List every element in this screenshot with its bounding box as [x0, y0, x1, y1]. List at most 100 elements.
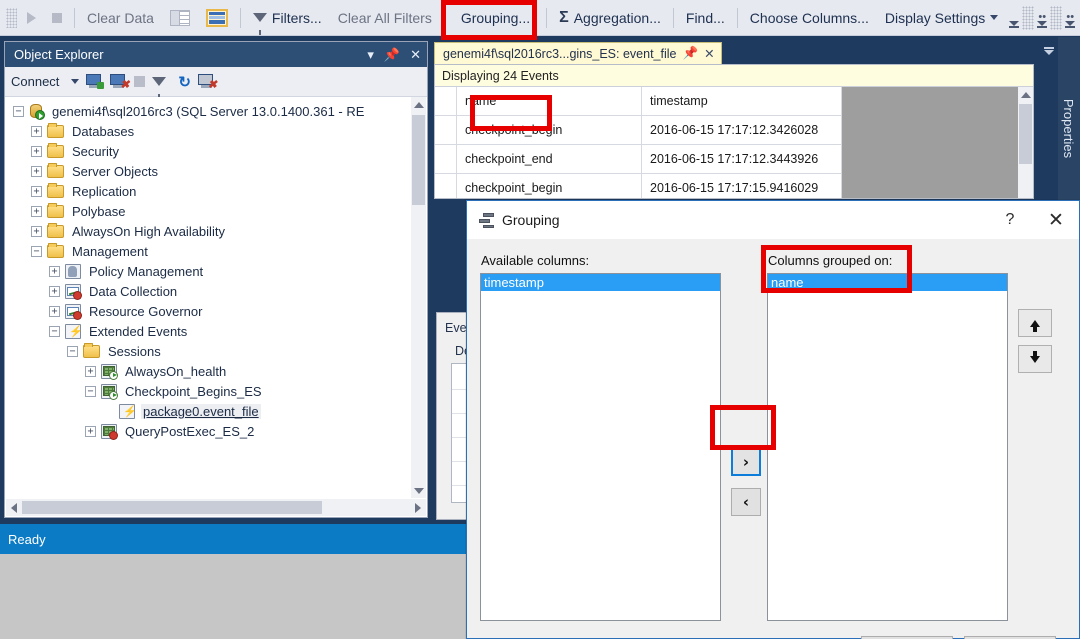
move-down-button[interactable] — [1018, 345, 1052, 373]
expand-icon[interactable]: + — [31, 166, 42, 177]
table-row[interactable]: checkpoint_begin2016-06-15 17:17:15.9416… — [435, 174, 1018, 198]
tree-node[interactable]: +Server Objects — [5, 161, 427, 181]
events-grid[interactable]: nametimestampcheckpoint_begin2016-06-15 … — [435, 87, 1018, 198]
collapse-icon[interactable]: − — [31, 246, 42, 257]
collapse-icon[interactable]: − — [85, 386, 96, 397]
tree-node[interactable]: +Policy Management — [5, 261, 427, 281]
connect-button[interactable]: Connect — [11, 74, 59, 89]
column-header-name[interactable]: name — [457, 87, 642, 116]
tree-node[interactable]: −Checkpoint_Begins_ES — [5, 381, 427, 401]
document-tab-title: genemi4f\sql2016rc3...gins_ES: event_fil… — [443, 47, 676, 61]
pin-icon[interactable]: 📌 — [384, 48, 400, 61]
grid-scroll-thumb[interactable] — [1019, 104, 1032, 164]
expand-icon[interactable]: + — [31, 186, 42, 197]
help-button[interactable]: ? — [987, 201, 1033, 239]
close-icon-tab[interactable]: ✕ — [704, 46, 714, 61]
clear-data-button[interactable]: Clear Data — [79, 5, 162, 31]
scroll-left-button[interactable] — [6, 503, 22, 513]
oe-horizontal-scrollbar[interactable] — [6, 499, 426, 516]
toolbar-overflow-3[interactable]: •• — [1062, 7, 1078, 29]
list-item[interactable]: name — [768, 274, 1007, 291]
tree-node[interactable]: +Resource Governor — [5, 301, 427, 321]
toolbar-overflow-1[interactable] — [1006, 7, 1022, 29]
split-view-button[interactable] — [162, 5, 198, 31]
chevron-down-icon-connect[interactable] — [71, 79, 79, 84]
grid-scroll-up[interactable] — [1018, 87, 1033, 103]
choose-columns-button[interactable]: Choose Columns... — [742, 5, 877, 31]
expand-icon[interactable]: + — [85, 366, 96, 377]
hscroll-thumb[interactable] — [22, 501, 322, 514]
filters-button[interactable]: Filters... — [245, 5, 330, 31]
toolbar-drag-handle[interactable] — [6, 8, 17, 28]
document-tab[interactable]: genemi4f\sql2016rc3...gins_ES: event_fil… — [434, 42, 722, 64]
expand-icon[interactable]: + — [31, 146, 42, 157]
columns-grouped-on-listbox[interactable]: name — [767, 273, 1008, 621]
refresh-icon[interactable]: ↻ — [178, 73, 191, 91]
grouping-button[interactable]: Grouping... — [449, 5, 542, 31]
disconnect-all-icon[interactable]: ✖ — [198, 74, 215, 89]
tree-node[interactable]: −Sessions — [5, 341, 427, 361]
expand-icon[interactable]: + — [49, 266, 60, 277]
expand-icon[interactable]: + — [85, 426, 96, 437]
grid-row-selector[interactable] — [435, 145, 457, 174]
tree-node[interactable]: −Management — [5, 241, 427, 261]
connect-server-icon[interactable] — [86, 74, 103, 89]
expand-icon[interactable]: + — [49, 306, 60, 317]
tree-node[interactable]: +AlwaysOn_health — [5, 361, 427, 381]
stop-button[interactable] — [44, 5, 70, 31]
grid-vertical-scrollbar[interactable] — [1018, 87, 1033, 198]
tree-node[interactable]: +Security — [5, 141, 427, 161]
tree-node[interactable]: ⚡package0.event_file — [5, 401, 427, 421]
tree-node[interactable]: +Data Collection — [5, 281, 427, 301]
scroll-right-button[interactable] — [410, 503, 426, 513]
chevron-down-icon[interactable]: ▾ — [367, 48, 374, 61]
pin-icon-tab[interactable]: 📌 — [682, 46, 698, 61]
document-overflow-button[interactable] — [1042, 44, 1056, 58]
filter-icon-oe[interactable] — [152, 77, 166, 86]
move-up-button[interactable] — [1018, 309, 1052, 337]
toolbar-grip-2[interactable] — [1022, 6, 1034, 30]
grid-row-selector[interactable] — [435, 116, 457, 145]
scroll-up-button[interactable] — [411, 97, 426, 112]
object-explorer-tree[interactable]: −genemi4f\sql2016rc3 (SQL Server 13.0.14… — [5, 97, 427, 498]
tree-node[interactable]: +Databases — [5, 121, 427, 141]
tree-node[interactable]: +QueryPostExec_ES_2 — [5, 421, 427, 441]
move-right-button[interactable]: › — [731, 448, 761, 476]
table-row[interactable]: checkpoint_end2016-06-15 17:17:12.344392… — [435, 145, 1018, 174]
grid-row-selector[interactable] — [435, 87, 457, 116]
grid-header-pad — [842, 87, 1018, 116]
clear-all-filters-button[interactable]: Clear All Filters — [330, 5, 440, 31]
oe-vertical-scrollbar[interactable] — [411, 97, 426, 498]
aggregation-button[interactable]: Σ Aggregation... — [551, 5, 669, 31]
tree-node[interactable]: −genemi4f\sql2016rc3 (SQL Server 13.0.14… — [5, 101, 427, 121]
grid-row-selector[interactable] — [435, 174, 457, 198]
close-icon[interactable]: ✕ — [410, 48, 421, 61]
close-button[interactable]: ✕ — [1033, 201, 1079, 239]
expand-icon[interactable]: + — [49, 286, 60, 297]
toolbar-overflow-2[interactable]: •• — [1034, 7, 1050, 29]
collapse-icon[interactable]: − — [13, 106, 24, 117]
play-button[interactable] — [19, 5, 44, 31]
find-button[interactable]: Find... — [678, 5, 733, 31]
tree-node[interactable]: +AlwaysOn High Availability — [5, 221, 427, 241]
list-item[interactable]: timestamp — [481, 274, 720, 291]
scroll-down-button[interactable] — [411, 483, 426, 498]
display-settings-button[interactable]: Display Settings — [877, 5, 1006, 31]
scroll-thumb[interactable] — [412, 115, 425, 205]
expand-icon[interactable]: + — [31, 226, 42, 237]
properties-tool-tab[interactable]: Properties — [1058, 37, 1080, 219]
stacked-view-button[interactable] — [198, 5, 236, 31]
tree-node[interactable]: −⚡Extended Events — [5, 321, 427, 341]
available-columns-listbox[interactable]: timestamp — [480, 273, 721, 621]
disconnect-server-icon[interactable]: ✖ — [110, 74, 127, 89]
column-header-timestamp[interactable]: timestamp — [642, 87, 842, 116]
toolbar-grip-3[interactable] — [1050, 6, 1062, 30]
expand-icon[interactable]: + — [31, 206, 42, 217]
tree-node[interactable]: +Replication — [5, 181, 427, 201]
table-row[interactable]: checkpoint_begin2016-06-15 17:17:12.3426… — [435, 116, 1018, 145]
collapse-icon[interactable]: − — [67, 346, 78, 357]
tree-node[interactable]: +Polybase — [5, 201, 427, 221]
collapse-icon[interactable]: − — [49, 326, 60, 337]
move-left-button[interactable]: ‹ — [731, 488, 761, 516]
expand-icon[interactable]: + — [31, 126, 42, 137]
